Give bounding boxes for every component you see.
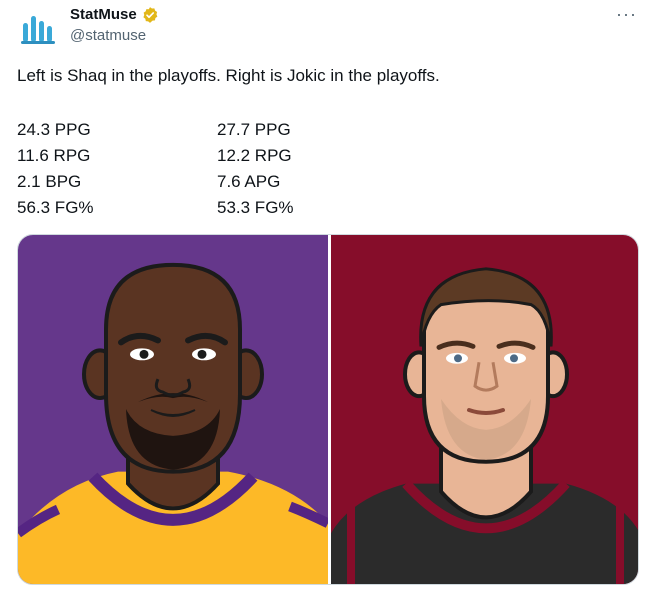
- display-name[interactable]: StatMuse: [70, 5, 137, 25]
- stat-jokic: 12.2 RPG: [217, 146, 292, 165]
- statmuse-logo-icon: [21, 16, 55, 44]
- stat-jokic: 7.6 APG: [217, 172, 281, 191]
- author-name-row[interactable]: StatMuse: [70, 5, 159, 25]
- stat-shaq: 2.1 BPG: [17, 172, 82, 191]
- tweet-text: Left is Shaq in the playoffs. Right is J…: [17, 66, 440, 85]
- shaq-illustration: [18, 235, 328, 584]
- stats-list: 24.3 PPG 27.7 PPG 11.6 RPG 12.2 RPG 2.1 …: [17, 117, 337, 221]
- avatar[interactable]: [16, 6, 60, 50]
- tweet-media-image[interactable]: [17, 234, 639, 585]
- stat-shaq: 11.6 RPG: [17, 146, 91, 165]
- tweet-card: StatMuse @statmuse ··· Left is Shaq in t…: [0, 0, 655, 591]
- stat-row: 56.3 FG% 53.3 FG%: [17, 195, 337, 221]
- stat-row: 24.3 PPG 27.7 PPG: [17, 117, 337, 143]
- handle[interactable]: @statmuse: [70, 26, 146, 46]
- stat-jokic: 27.7 PPG: [217, 120, 291, 139]
- verified-badge-icon: [143, 7, 158, 23]
- jokic-illustration: [331, 235, 638, 584]
- stat-jokic: 53.3 FG%: [217, 198, 294, 217]
- stat-shaq: 24.3 PPG: [17, 120, 91, 139]
- stat-shaq: 56.3 FG%: [17, 198, 94, 217]
- more-options-button[interactable]: ···: [616, 4, 637, 25]
- stat-row: 2.1 BPG 7.6 APG: [17, 169, 337, 195]
- stat-row: 11.6 RPG 12.2 RPG: [17, 143, 337, 169]
